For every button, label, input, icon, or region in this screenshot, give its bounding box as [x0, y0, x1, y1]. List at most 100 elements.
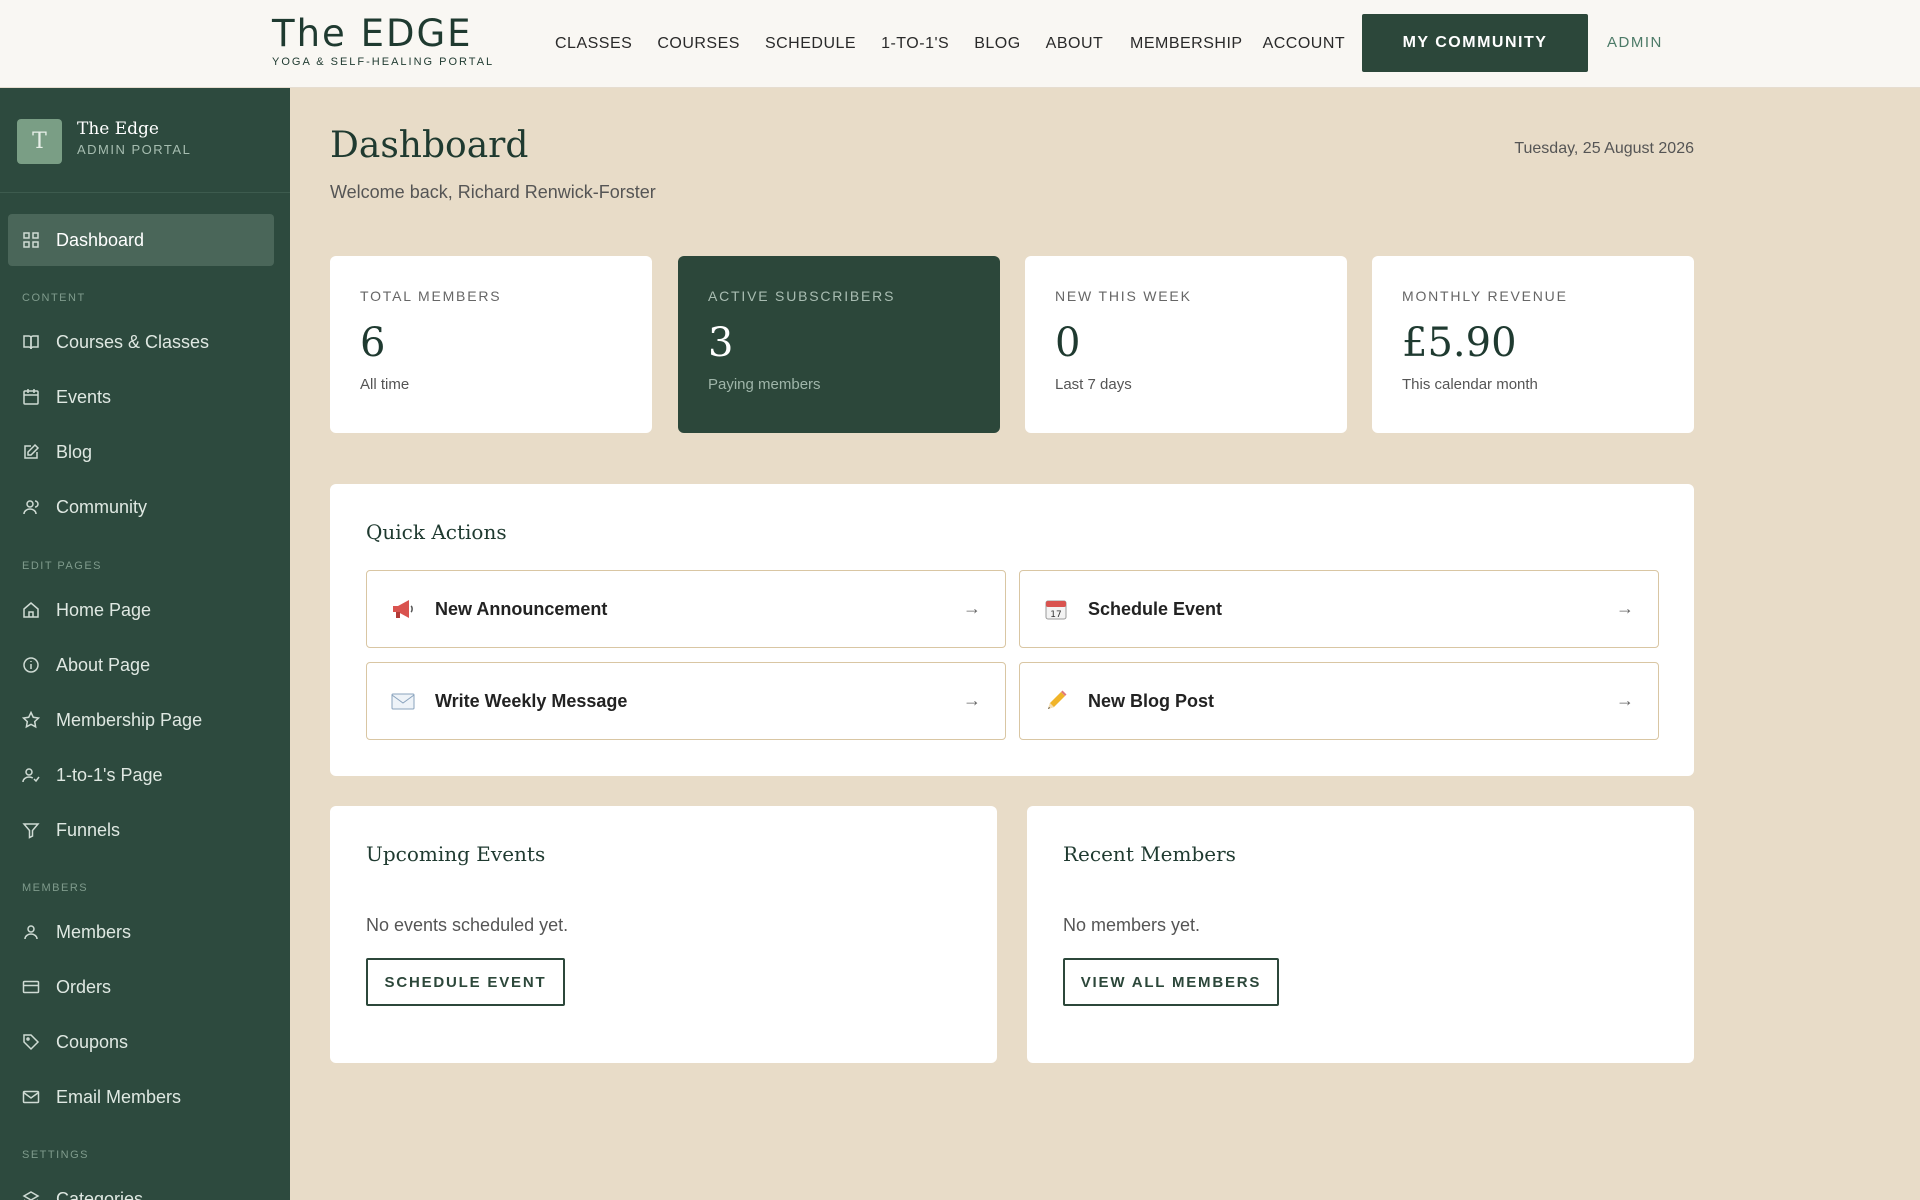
stat-card-new-this-week: NEW THIS WEEK 0 Last 7 days [1025, 256, 1347, 433]
arrow-right-icon: → [1616, 690, 1634, 710]
sidebar-item-label: Home Page [56, 599, 152, 620]
sidebar-site-name: The Edge [77, 119, 159, 139]
mail-icon [22, 1088, 40, 1106]
sidebar-item-members[interactable]: Members [8, 906, 274, 958]
schedule-event-quick-button[interactable]: 17 Schedule Event → [1019, 570, 1659, 648]
megaphone-icon [389, 595, 417, 623]
new-blog-post-button[interactable]: New Blog Post → [1019, 662, 1659, 740]
sidebar-item-label: Members [56, 921, 132, 942]
user-icon [22, 923, 40, 941]
filter-icon [22, 821, 40, 839]
nav-about[interactable]: ABOUT [1046, 35, 1104, 53]
current-date: Tuesday, 25 August 2026 [1514, 140, 1694, 157]
users-icon [22, 498, 40, 516]
sidebar-item-blog[interactable]: Blog [8, 426, 274, 478]
sidebar-item-label: Events [56, 386, 112, 407]
nav-schedule[interactable]: SCHEDULE [765, 35, 856, 53]
quick-action-label: New Blog Post [1088, 690, 1215, 711]
recent-members-title: Recent Members [1063, 842, 1236, 866]
sidebar-item-label: Blog [56, 441, 93, 462]
upcoming-events-empty-text: No events scheduled yet. [366, 915, 569, 935]
admin-sidebar: T The Edge ADMIN PORTAL Dashboard CONTEN… [0, 88, 290, 1200]
quick-action-label: Schedule Event [1088, 598, 1223, 619]
sidebar-item-coupons[interactable]: Coupons [8, 1016, 274, 1068]
admin-link[interactable]: ADMIN [1607, 0, 1663, 84]
nav-account[interactable]: ACCOUNT [1263, 35, 1346, 53]
home-icon [22, 601, 40, 619]
sidebar-section-edit-pages: EDIT PAGES [22, 560, 103, 572]
sidebar-item-email-members[interactable]: Email Members [8, 1071, 274, 1123]
stat-label: ACTIVE SUBSCRIBERS [708, 288, 896, 304]
sidebar-item-one-to-ones-page[interactable]: 1-to-1's Page [8, 749, 274, 801]
main-nav: CLASSES COURSES SCHEDULE 1-TO-1'S BLOG A… [555, 0, 1128, 88]
credit-card-icon [22, 978, 40, 996]
stat-caption: Last 7 days [1055, 376, 1132, 393]
quick-action-label: Write Weekly Message [435, 690, 628, 711]
sidebar-item-label: Coupons [56, 1031, 129, 1052]
site-logo[interactable]: The EDGE YOGA & SELF-HEALING PORTAL [272, 12, 495, 69]
sidebar-item-label: Orders [56, 976, 112, 997]
calendar-icon [22, 388, 40, 406]
sidebar-item-label: Courses & Classes [56, 331, 210, 352]
tag-icon [22, 1033, 40, 1051]
sidebar-item-events[interactable]: Events [8, 371, 274, 423]
sidebar-item-label: Funnels [56, 819, 121, 840]
sidebar-item-home-page[interactable]: Home Page [8, 584, 274, 636]
account-nav: MEMBERSHIP ACCOUNT [1130, 0, 1365, 88]
nav-classes[interactable]: CLASSES [555, 35, 632, 53]
new-announcement-button[interactable]: New Announcement → [366, 570, 1006, 648]
welcome-message: Welcome back, Richard Renwick-Forster [330, 182, 656, 202]
sidebar-item-courses-classes[interactable]: Courses & Classes [8, 316, 274, 368]
quick-action-label: New Announcement [435, 598, 608, 619]
upcoming-events-title: Upcoming Events [366, 842, 546, 866]
stat-label: TOTAL MEMBERS [360, 288, 502, 304]
stat-caption: This calendar month [1402, 376, 1538, 393]
sidebar-section-settings: SETTINGS [22, 1149, 90, 1161]
stat-value: 3 [708, 320, 734, 366]
stat-label: MONTHLY REVENUE [1402, 288, 1568, 304]
logo-title: The EDGE [272, 12, 473, 55]
pencil-icon [1042, 687, 1070, 715]
stat-caption: Paying members [708, 376, 821, 393]
sidebar-item-community[interactable]: Community [8, 481, 274, 533]
top-navigation-bar: The EDGE YOGA & SELF-HEALING PORTAL CLAS… [0, 0, 1920, 88]
sidebar-item-membership-page[interactable]: Membership Page [8, 694, 274, 746]
nav-blog[interactable]: BLOG [974, 35, 1020, 53]
nav-membership[interactable]: MEMBERSHIP [1130, 35, 1243, 53]
sidebar-item-funnels[interactable]: Funnels [8, 804, 274, 856]
sidebar-item-label: About Page [56, 654, 151, 675]
stat-label: NEW THIS WEEK [1055, 288, 1192, 304]
edit-icon [22, 443, 40, 461]
sidebar-header: T The Edge ADMIN PORTAL [0, 88, 290, 193]
stat-value: £5.90 [1402, 320, 1517, 366]
stat-caption: All time [360, 376, 410, 393]
sidebar-item-label: Email Members [56, 1086, 182, 1107]
sidebar-item-orders[interactable]: Orders [8, 961, 274, 1013]
sidebar-item-label: Dashboard [56, 229, 145, 250]
svg-text:17: 17 [1050, 610, 1061, 620]
view-all-members-button[interactable]: VIEW ALL MEMBERS [1063, 958, 1279, 1006]
sidebar-section-content: CONTENT [22, 292, 86, 304]
stat-card-active-subscribers: ACTIVE SUBSCRIBERS 3 Paying members [678, 256, 1000, 433]
recent-members-panel: Recent Members No members yet. VIEW ALL … [1027, 806, 1694, 1063]
avatar: T [17, 119, 62, 164]
layers-icon [22, 1190, 40, 1200]
logo-subtitle: YOGA & SELF-HEALING PORTAL [272, 56, 495, 68]
nav-courses[interactable]: COURSES [657, 35, 740, 53]
sidebar-item-about-page[interactable]: About Page [8, 639, 274, 691]
sidebar-site-role: ADMIN PORTAL [77, 142, 192, 157]
calendar-icon: 17 [1042, 595, 1070, 623]
stat-value: 6 [360, 320, 386, 366]
arrow-right-icon: → [1616, 598, 1634, 618]
sidebar-item-categories[interactable]: Categories [8, 1173, 274, 1200]
sidebar-item-label: 1-to-1's Page [56, 764, 163, 785]
sidebar-section-members: MEMBERS [22, 882, 89, 894]
schedule-event-button[interactable]: SCHEDULE EVENT [366, 958, 565, 1006]
user-check-icon [22, 766, 40, 784]
my-community-button[interactable]: MY COMMUNITY [1362, 14, 1588, 72]
nav-one-to-ones[interactable]: 1-TO-1'S [881, 35, 949, 53]
write-weekly-message-button[interactable]: Write Weekly Message → [366, 662, 1006, 740]
arrow-right-icon: → [963, 598, 981, 618]
recent-members-empty-text: No members yet. [1063, 915, 1201, 935]
sidebar-item-dashboard[interactable]: Dashboard [8, 214, 274, 266]
